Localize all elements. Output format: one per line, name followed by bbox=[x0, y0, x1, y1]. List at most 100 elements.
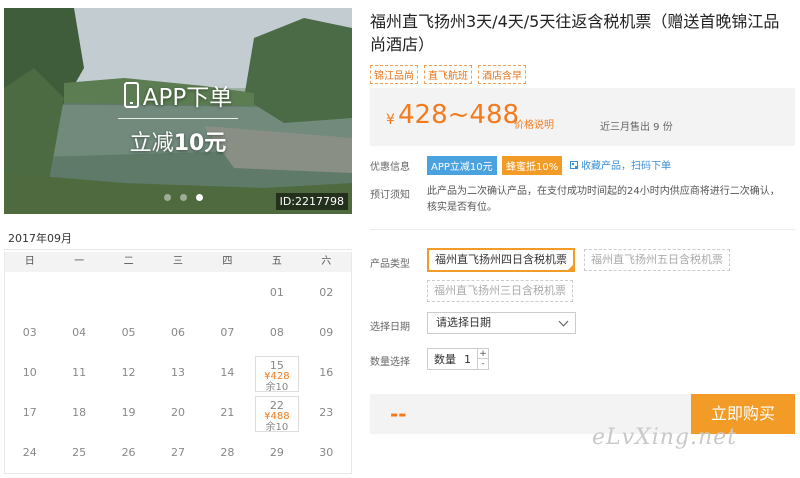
calendar-day[interactable]: 27 bbox=[153, 434, 202, 474]
calendar-day-number: 23 bbox=[319, 406, 334, 419]
calendar-month-tab[interactable]: 2017年09月 bbox=[8, 230, 72, 254]
product-type-option[interactable]: 福州直飞扬州五日含税机票 bbox=[584, 249, 730, 271]
calendar-day[interactable]: 02 bbox=[302, 274, 351, 314]
product-tag: 酒店含早 bbox=[478, 65, 526, 84]
product-title: 福州直飞扬州3天/4天/5天往返含税机票（赠送首晚锦江品尚酒店） bbox=[370, 12, 780, 54]
calendar-day[interactable]: 16 bbox=[302, 354, 351, 394]
carousel-dot[interactable] bbox=[180, 194, 187, 201]
calendar-day[interactable]: 26 bbox=[104, 434, 153, 474]
chevron-down-icon bbox=[558, 316, 569, 327]
calendar-day[interactable]: 13 bbox=[153, 354, 202, 394]
calendar-day[interactable]: 11 bbox=[54, 354, 103, 394]
calendar-day[interactable]: 08 bbox=[252, 314, 301, 354]
sales-count: 近三月售出 9 份 bbox=[600, 122, 673, 133]
quantity-decrease-button[interactable]: - bbox=[478, 359, 488, 369]
calendar-weekday: 六 bbox=[321, 256, 332, 267]
calendar-day[interactable]: 12 bbox=[104, 354, 153, 394]
calendar-day-number: 15 bbox=[269, 359, 284, 372]
price-box: ¥ 428~488 价格说明 近三月售出 9 份 bbox=[370, 88, 795, 146]
carousel-dot[interactable] bbox=[164, 194, 171, 201]
carousel-dot-active[interactable] bbox=[196, 194, 203, 201]
booking-notice-text: 此产品为二次确认产品，在支付成功时间起的24小时内供应商将进行二次确认，核实是否… bbox=[427, 186, 780, 213]
product-tag: 直飞航班 bbox=[424, 65, 472, 84]
quantity-increase-button[interactable]: + bbox=[478, 349, 488, 359]
date-select[interactable]: 请选择日期 bbox=[427, 312, 576, 334]
calendar-day-number: 17 bbox=[22, 406, 37, 419]
product-type-option[interactable]: 福州直飞扬州三日含税机票 bbox=[427, 280, 573, 302]
calendar-day[interactable]: 03 bbox=[5, 314, 54, 354]
calendar-day[interactable]: 29 bbox=[252, 434, 301, 474]
calendar-day-number: 26 bbox=[121, 446, 136, 459]
calendar-weekday: 三 bbox=[172, 256, 183, 267]
quantity-inner-label: 数量 bbox=[434, 353, 456, 366]
calendar-day-number: 11 bbox=[72, 366, 87, 379]
price-currency: ¥ bbox=[386, 112, 395, 128]
calendar-day bbox=[54, 274, 103, 314]
calendar-day[interactable]: 17 bbox=[5, 394, 54, 434]
calendar-day-number: 30 bbox=[319, 446, 334, 459]
promo-app-order: APP下单 bbox=[142, 85, 233, 111]
calendar-day-number: 19 bbox=[121, 406, 136, 419]
date-label: 选择日期 bbox=[370, 322, 410, 333]
calendar-day-number: 06 bbox=[170, 326, 185, 339]
divider bbox=[370, 229, 795, 230]
quantity-stepper[interactable]: 数量 1 + - bbox=[427, 348, 489, 370]
calendar-days: 01 02 03 04 05 06 07 08 09 10 11 12 13 14 15 ¥428 余10 16 1… bbox=[5, 272, 351, 474]
calendar-day-number: 24 bbox=[22, 446, 37, 459]
promo-discount-prefix: 立减 bbox=[129, 131, 174, 156]
calendar-day-stock: 余10 bbox=[265, 422, 289, 433]
calendar-day[interactable]: 05 bbox=[104, 314, 153, 354]
calendar-day[interactable]: 25 bbox=[54, 434, 103, 474]
calendar-day-number: 21 bbox=[220, 406, 235, 419]
calendar-day[interactable]: 04 bbox=[54, 314, 103, 354]
calendar-day[interactable]: 23 bbox=[302, 394, 351, 434]
favorite-scan-link[interactable]: 收藏产品，扫码下单 bbox=[570, 157, 671, 172]
phone-icon bbox=[123, 82, 139, 108]
price-explanation-link[interactable]: 价格说明 bbox=[514, 116, 554, 131]
calendar-day[interactable]: 24 bbox=[5, 434, 54, 474]
promo-discount-amount: 10元 bbox=[173, 131, 227, 156]
product-type-label: 产品类型 bbox=[370, 259, 410, 270]
calendar-day[interactable]: 06 bbox=[153, 314, 202, 354]
quantity-step-buttons: + - bbox=[477, 349, 488, 369]
qr-code-icon bbox=[570, 160, 578, 169]
quantity-value[interactable]: 1 bbox=[464, 353, 471, 366]
favorite-scan-label: 收藏产品，扫码下单 bbox=[581, 161, 671, 172]
calendar-day[interactable]: 30 bbox=[302, 434, 351, 474]
calendar-day[interactable]: 28 bbox=[203, 434, 252, 474]
calendar-day-number: 08 bbox=[269, 326, 284, 339]
calendar-day[interactable]: 09 bbox=[302, 314, 351, 354]
calendar-day[interactable]: 21 bbox=[203, 394, 252, 434]
calendar-header: 2017年09月 bbox=[4, 226, 352, 254]
product-tag: 锦江品尚 bbox=[370, 65, 418, 84]
calendar: 日一二三四五六 01 02 03 04 05 06 07 08 09 10 11 12 13 14 15 ¥4… bbox=[4, 252, 352, 474]
calendar-day[interactable]: 14 bbox=[203, 354, 252, 394]
product-type-option-selected[interactable]: 福州直飞扬州四日含税机票 bbox=[427, 248, 575, 272]
calendar-day-number: 03 bbox=[22, 326, 37, 339]
hero-photo[interactable]: APP下单 立减10元 ID:2217798 bbox=[4, 8, 352, 214]
calendar-day-number: 12 bbox=[121, 366, 136, 379]
calendar-day[interactable]: 07 bbox=[203, 314, 252, 354]
calendar-day-number: 05 bbox=[121, 326, 136, 339]
calendar-weekday-row: 日一二三四五六 bbox=[5, 252, 351, 272]
calendar-day-number: 14 bbox=[220, 366, 235, 379]
calendar-day-number: 29 bbox=[269, 446, 284, 459]
calendar-day-available[interactable]: 15 ¥428 余10 bbox=[255, 356, 299, 393]
photo-id-badge: ID:2217798 bbox=[275, 193, 348, 210]
calendar-day[interactable]: 10 bbox=[5, 354, 54, 394]
calendar-day[interactable]: 19 bbox=[104, 394, 153, 434]
date-select-value: 请选择日期 bbox=[436, 316, 491, 329]
calendar-day[interactable]: 20 bbox=[153, 394, 202, 434]
calendar-day-available[interactable]: 22 ¥488 余10 bbox=[255, 396, 299, 433]
calendar-day[interactable]: 18 bbox=[54, 394, 103, 434]
calendar-day-number: 09 bbox=[319, 326, 334, 339]
calendar-day bbox=[104, 274, 153, 314]
calendar-day-number: 16 bbox=[319, 366, 334, 379]
calendar-day[interactable]: 01 bbox=[252, 274, 301, 314]
promo-discount: 立减10元 bbox=[4, 125, 352, 157]
carousel-dots bbox=[164, 194, 203, 201]
calendar-day-price: ¥428 bbox=[264, 371, 290, 382]
calendar-weekday: 一 bbox=[74, 256, 85, 267]
calendar-day-number: 20 bbox=[170, 406, 185, 419]
price-range: 428~488 bbox=[398, 100, 520, 130]
